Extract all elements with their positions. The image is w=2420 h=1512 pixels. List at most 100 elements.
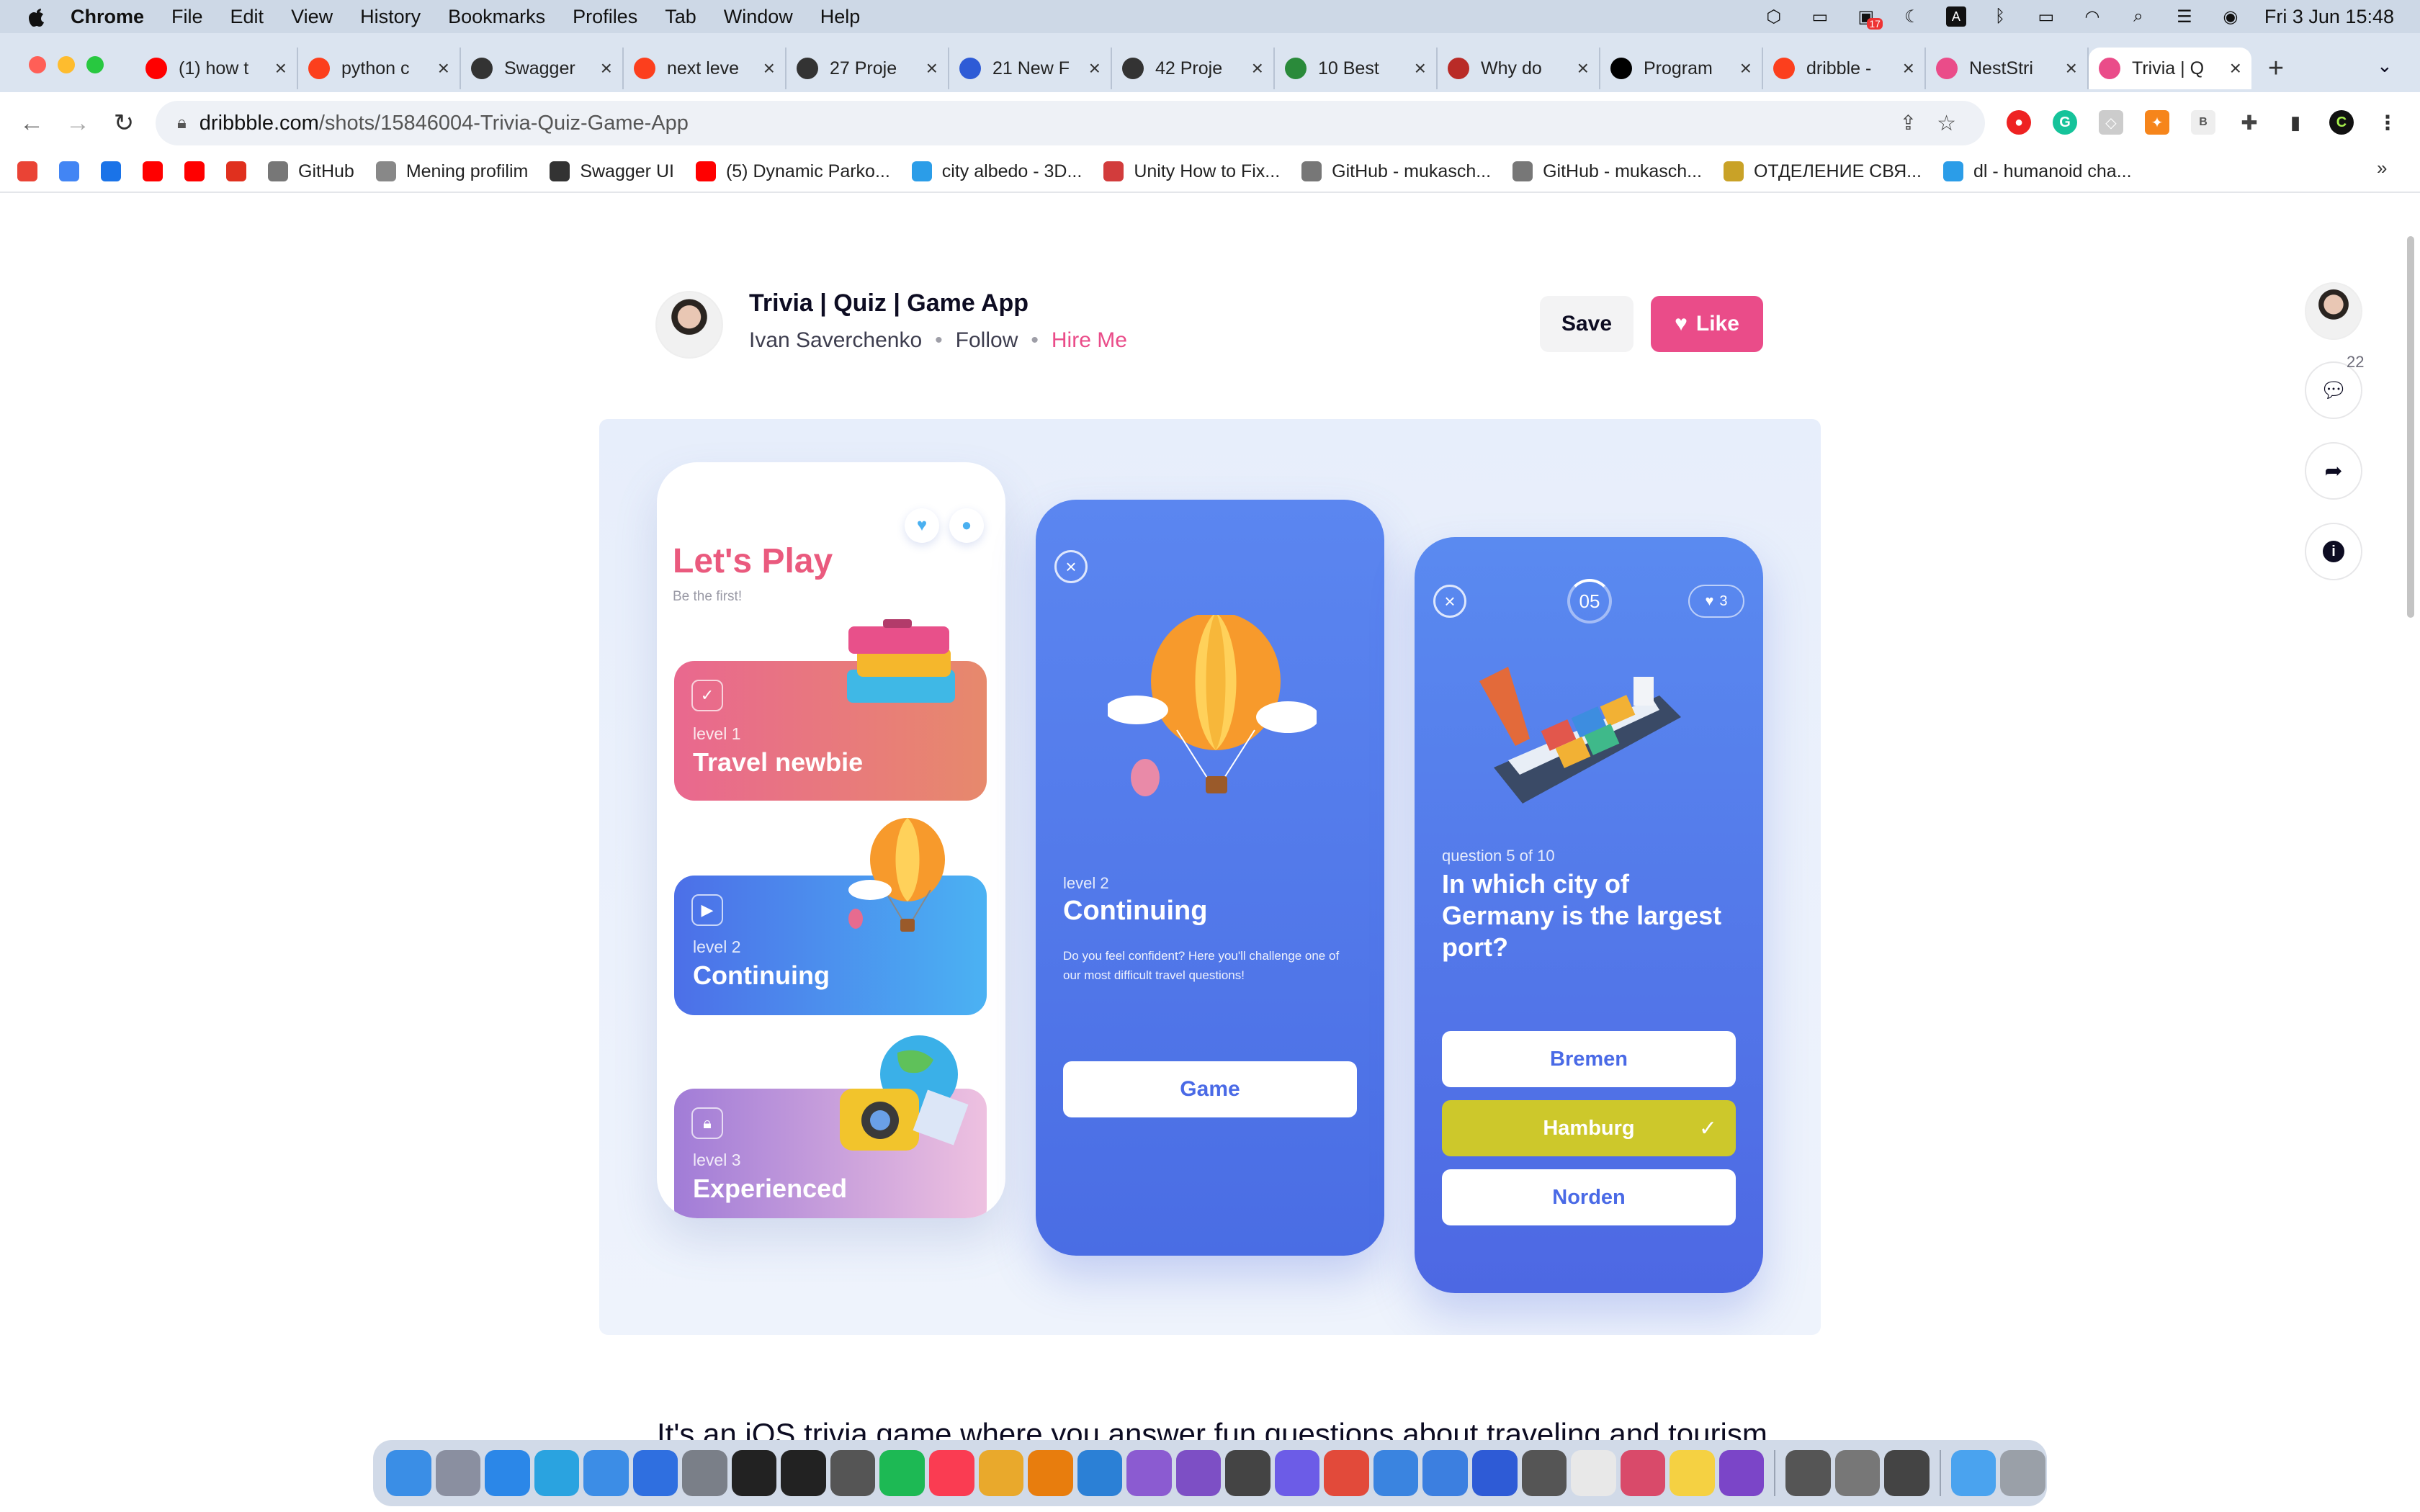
bookmark-star-icon[interactable]: ☆ bbox=[1937, 111, 1956, 136]
reload-button[interactable]: ↻ bbox=[109, 109, 138, 138]
close-tab-icon[interactable]: × bbox=[1415, 57, 1426, 80]
bookmark-item[interactable] bbox=[143, 161, 173, 181]
finder-icon[interactable] bbox=[386, 1450, 431, 1496]
moon-icon[interactable]: ☾ bbox=[1900, 6, 1924, 27]
terminal-icon[interactable] bbox=[781, 1450, 826, 1496]
minimize-window-button[interactable] bbox=[58, 56, 75, 73]
close-tab-icon[interactable]: × bbox=[763, 57, 775, 80]
close-tab-icon[interactable]: × bbox=[1577, 57, 1589, 80]
close-tab-icon[interactable]: × bbox=[2066, 57, 2077, 80]
tab[interactable]: 10 Best × bbox=[1275, 48, 1438, 89]
tab[interactable]: dribble - × bbox=[1763, 48, 1926, 89]
clock[interactable]: Fri 3 Jun 15:48 bbox=[2264, 6, 2394, 28]
zoom-window-button[interactable] bbox=[86, 56, 104, 73]
sourcetree-icon[interactable] bbox=[1472, 1450, 1518, 1496]
close-tab-icon[interactable]: × bbox=[1089, 57, 1101, 80]
music-icon[interactable] bbox=[929, 1450, 974, 1496]
close-tab-icon[interactable]: × bbox=[438, 57, 449, 80]
bluetooth-icon[interactable] bbox=[632, 1450, 678, 1496]
blender-icon[interactable] bbox=[1028, 1450, 1073, 1496]
input-source-icon[interactable]: A bbox=[1945, 6, 1966, 27]
tab[interactable]: Why do × bbox=[1438, 48, 1600, 89]
unity-icon[interactable] bbox=[1225, 1450, 1270, 1496]
bookmark-item[interactable]: GitHub - mukasch... bbox=[1512, 161, 1702, 182]
share-button[interactable]: ➦ bbox=[2305, 442, 2362, 500]
tab[interactable]: NestStri × bbox=[1926, 48, 2089, 89]
bookmark-item[interactable]: GitHub - mukasch... bbox=[1301, 161, 1491, 182]
author-avatar[interactable] bbox=[655, 291, 723, 359]
adblock-extension-icon[interactable]: ● bbox=[2007, 110, 2031, 135]
notifications-status-icon[interactable]: ▭ bbox=[1808, 6, 1832, 27]
unity-hub-icon[interactable] bbox=[1884, 1450, 1930, 1496]
tab[interactable]: 27 Proje × bbox=[786, 48, 949, 89]
tab[interactable]: next leve × bbox=[624, 48, 786, 89]
grammarly-extension-icon[interactable]: G bbox=[2053, 110, 2077, 135]
b-extension-icon[interactable]: B bbox=[2191, 110, 2215, 135]
save-button[interactable]: Save bbox=[1540, 296, 1634, 352]
bookmark-item[interactable] bbox=[17, 161, 48, 181]
page-scrollbar[interactable] bbox=[2407, 236, 2414, 618]
quicktime-icon[interactable] bbox=[1785, 1450, 1831, 1496]
tab-search-chevron-icon[interactable]: ⌄ bbox=[2377, 55, 2393, 77]
bookmark-item[interactable] bbox=[101, 161, 131, 181]
close-tab-icon[interactable]: × bbox=[601, 57, 612, 80]
forward-button[interactable]: → bbox=[63, 109, 92, 138]
compass-icon[interactable] bbox=[1324, 1450, 1369, 1496]
disk-utility-icon[interactable] bbox=[1521, 1450, 1567, 1496]
github-desktop-icon[interactable] bbox=[1718, 1450, 1765, 1496]
tab[interactable]: (1) how t × bbox=[135, 48, 298, 89]
telegram-icon[interactable] bbox=[534, 1450, 580, 1496]
tab[interactable]: Program × bbox=[1600, 48, 1763, 89]
details-button[interactable]: i bbox=[2305, 523, 2362, 580]
search-icon[interactable]: ⌕ bbox=[2126, 6, 2151, 27]
menu-profiles[interactable]: Profiles bbox=[573, 6, 637, 28]
chrome-icon[interactable] bbox=[978, 1450, 1024, 1496]
bookmark-item[interactable]: ОТДЕЛЕНИЕ СВЯ... bbox=[1723, 161, 1922, 182]
tab-active[interactable]: Trivia | Q × bbox=[2089, 48, 2251, 89]
control-center-icon[interactable]: ☰ bbox=[2172, 6, 2197, 27]
menu-history[interactable]: History bbox=[360, 6, 421, 28]
preview-icon[interactable] bbox=[1373, 1450, 1419, 1496]
safari-icon[interactable] bbox=[485, 1450, 530, 1496]
close-tab-icon[interactable]: × bbox=[1903, 57, 1914, 80]
keynote-icon[interactable] bbox=[1422, 1450, 1469, 1496]
tab[interactable]: Swagger × bbox=[461, 48, 624, 89]
metamask-extension-icon[interactable]: ✦ bbox=[2145, 110, 2169, 135]
back-button[interactable]: ← bbox=[17, 109, 46, 138]
menu-view[interactable]: View bbox=[291, 6, 333, 28]
new-tab-button[interactable]: + bbox=[2262, 48, 2290, 89]
side-panel-icon[interactable]: ▮ bbox=[2283, 110, 2308, 135]
launchpad-icon[interactable] bbox=[435, 1450, 481, 1496]
unity-status-icon[interactable]: ⬡ bbox=[1762, 6, 1786, 27]
close-tab-icon[interactable]: × bbox=[1252, 57, 1263, 80]
visual-studio-2-icon[interactable] bbox=[1175, 1450, 1222, 1496]
visual-studio-icon[interactable] bbox=[1126, 1450, 1172, 1496]
menu-bookmarks[interactable]: Bookmarks bbox=[448, 6, 545, 28]
close-tab-icon[interactable]: × bbox=[275, 57, 287, 80]
address-bar[interactable]: 🔒︎ dribbble.com/shots/15846004-Trivia-Qu… bbox=[156, 101, 1985, 145]
close-tab-icon[interactable]: × bbox=[2230, 57, 2241, 80]
author-name-link[interactable]: Ivan Saverchenko bbox=[749, 328, 922, 353]
activity-monitor-icon[interactable] bbox=[731, 1450, 777, 1496]
share-icon[interactable]: ⇪ bbox=[1900, 111, 1917, 136]
puzzle-extensions-icon[interactable]: ✚ bbox=[2237, 110, 2262, 135]
photo-booth-icon[interactable] bbox=[1620, 1450, 1666, 1496]
bookmark-item[interactable]: dl - humanoid cha... bbox=[1942, 161, 2132, 182]
hire-me-link[interactable]: Hire Me bbox=[1052, 328, 1127, 353]
trash-icon[interactable] bbox=[2000, 1450, 2045, 1496]
wifi-icon[interactable]: ◠ bbox=[2080, 6, 2105, 27]
like-button[interactable]: ♥ Like bbox=[1651, 296, 1763, 352]
menu-tab[interactable]: Tab bbox=[665, 6, 696, 28]
bookmark-item[interactable] bbox=[184, 161, 215, 181]
spotify-icon[interactable] bbox=[879, 1450, 926, 1496]
imovie-icon[interactable] bbox=[1274, 1450, 1320, 1496]
bookmark-item[interactable] bbox=[59, 161, 89, 181]
shot-image[interactable]: ♥ ● Let's Play Be the first! ✓ level 1 T… bbox=[599, 419, 1821, 1335]
shield-extension-icon[interactable]: ◇ bbox=[2099, 110, 2123, 135]
menu-window[interactable]: Window bbox=[724, 6, 793, 28]
tab[interactable]: 42 Proje × bbox=[1112, 48, 1275, 89]
designer-avatar[interactable] bbox=[2305, 282, 2362, 340]
siri-icon[interactable]: ◉ bbox=[2218, 6, 2243, 27]
close-window-button[interactable] bbox=[29, 56, 46, 73]
follow-link[interactable]: Follow bbox=[956, 328, 1018, 353]
